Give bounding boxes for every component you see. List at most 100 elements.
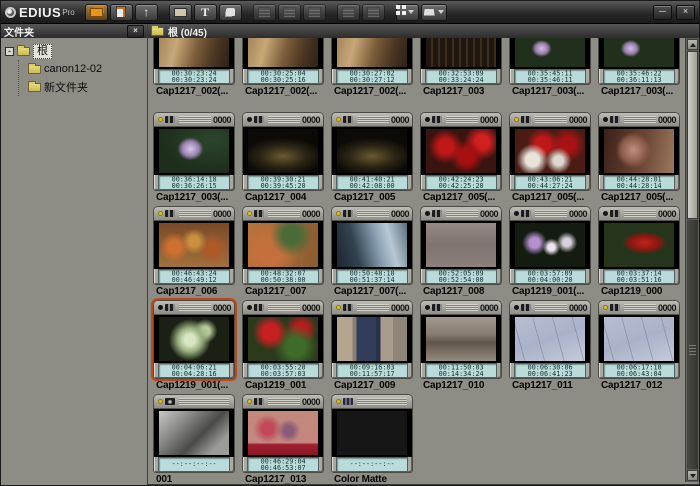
clip-card-frame: 0000 00:41:40:21 00:42:08:00: [331, 112, 413, 191]
grid-icon: [396, 5, 400, 9]
bin-settings-button[interactable]: [421, 4, 447, 21]
clip-card-header: 0000: [332, 113, 412, 127]
clip-name: Cap1219_001(...: [509, 285, 591, 298]
timecode-zone: --:--:--:--: [332, 457, 412, 474]
clip-card[interactable]: 0000 00:30:25:04 00:30:25:16 Cap1217_002…: [242, 38, 324, 98]
capture-to-folder-button[interactable]: [85, 4, 108, 21]
timecode-zone: 00:35:45:11 00:35:46:11: [510, 69, 590, 86]
clip-card[interactable]: 0000 00:43:06:21 00:44:27:24 Cap1217_005…: [509, 112, 591, 204]
status-dot-icon: [514, 117, 519, 122]
clip-card[interactable]: --:--:--:-- Color Matte: [331, 394, 413, 484]
clip-card-frame: 0000 00:46:43:24 00:46:49:12: [153, 206, 235, 285]
sidebar-close-button[interactable]: ×: [127, 25, 144, 38]
scroll-down-button[interactable]: [687, 470, 698, 481]
add-clip-button[interactable]: [110, 4, 133, 21]
timecode-box: 00:03:57:09 00:04:00:20: [514, 269, 586, 284]
folder-icon: [17, 47, 30, 56]
view-mode-button[interactable]: [396, 4, 419, 21]
sidebar-item-label: 新文件夹: [44, 79, 88, 95]
header-stripes: [624, 210, 656, 217]
header-stripes: [179, 304, 211, 311]
minimize-button[interactable]: ─: [653, 5, 672, 20]
clip-card[interactable]: 0000 00:41:40:21 00:42:08:00 Cap1217_005: [331, 112, 413, 204]
clip-thumbnail: [604, 223, 674, 267]
thumbnail-frame: [243, 315, 323, 363]
clip-card[interactable]: 0000 00:42:24:23 00:42:25:20 Cap1217_005…: [420, 112, 502, 204]
clip-card[interactable]: 0000 00:39:30:21 00:39:45:20 Cap1217_004: [242, 112, 324, 204]
address-button[interactable]: [219, 4, 242, 21]
clip-thumbnail: [515, 38, 585, 67]
video-clip-icon: [165, 304, 175, 311]
clip-thumbnail: [426, 223, 496, 267]
timecode-zone: 00:46:43:24 00:46:49:12: [154, 269, 234, 286]
collapse-icon[interactable]: [5, 47, 14, 56]
sidebar-item-新文件夹[interactable]: 新文件夹: [28, 78, 147, 96]
scrollbar-thumb[interactable]: [687, 51, 698, 219]
clip-card[interactable]: 0000 00:09:16:03 00:11:57:17 Cap1217_009: [331, 300, 413, 392]
clip-name: Cap1217_004: [242, 191, 324, 204]
status-dot-icon: [247, 117, 252, 122]
timecode-zone: 00:09:16:03 00:11:57:17: [332, 363, 412, 380]
video-clip-icon: [610, 210, 620, 217]
clip-name: Cap1217_011: [509, 379, 591, 392]
clip-card-frame: 0000 00:06:17:10 00:06:43:04: [598, 300, 680, 379]
timecode-box: 00:46:29:04 00:46:53:07: [247, 457, 319, 472]
clip-card-header: 0000: [421, 301, 501, 315]
sidebar-item-canon12-02[interactable]: canon12-02: [28, 60, 147, 78]
clip-card[interactable]: 0000 00:35:46:22 00:36:11:13 Cap1217_003…: [598, 38, 680, 98]
header-stripes: [179, 398, 229, 405]
header-stripes: [446, 116, 478, 123]
clip-card[interactable]: 0000 00:35:45:11 00:35:46:11 Cap1217_003…: [509, 38, 591, 98]
clip-card[interactable]: 0000 00:46:43:24 00:46:49:12 Cap1217_006: [153, 206, 235, 298]
folder-icon: [28, 65, 41, 74]
clip-card[interactable]: 0000 00:48:32:07 00:50:38:00 Cap1217_007: [242, 206, 324, 298]
clip-card[interactable]: 0000 00:06:17:10 00:06:43:04 Cap1217_012: [598, 300, 680, 392]
clip-card[interactable]: 0000 00:46:29:04 00:46:53:07 Cap1217_013: [242, 394, 324, 484]
clip-card[interactable]: 0000 00:04:06:21 00:04:28:16 Cap1219_001…: [153, 300, 235, 392]
clip-card-header: 0000: [332, 301, 412, 315]
clip-name: Cap1217_007(...: [331, 285, 413, 298]
clip-name: Cap1217_005: [331, 191, 413, 204]
status-dot-icon: [603, 305, 608, 310]
timecode-out: 00:33:24:24: [438, 77, 483, 83]
clip-card-frame: 0000 00:11:50:03 00:14:34:24: [420, 300, 502, 379]
clip-card[interactable]: 0000 00:30:23:24 00:30:23:24 Cap1217_002…: [153, 38, 235, 98]
clip-card-frame: 0000 00:04:06:21 00:04:28:16: [153, 300, 235, 379]
clip-thumbnail: [159, 223, 229, 267]
clip-card-frame: 0000 00:09:16:03 00:11:57:17: [331, 300, 413, 379]
timecode-out: 00:03:57:03: [260, 371, 305, 377]
clip-thumbnail: [604, 38, 674, 67]
sidebar-item-root[interactable]: 根: [5, 43, 147, 60]
clip-thumbnail: [337, 38, 407, 67]
clip-card[interactable]: 0000 00:03:37:14 00:03:51:16 Cap1219_000: [598, 206, 680, 298]
open-clip-button[interactable]: [169, 4, 192, 21]
clip-card[interactable]: 0000 00:32:53:09 00:33:24:24 Cap1217_003: [420, 38, 502, 98]
scroll-up-button[interactable]: [687, 39, 698, 50]
clip-card-frame: --:--:--:--: [153, 394, 235, 473]
video-clip-icon: [254, 304, 264, 311]
clip-card-frame: 0000 00:35:46:22 00:36:11:13: [598, 38, 680, 85]
timecode-out: 00:52:54:00: [438, 277, 483, 283]
timecode-zone: 00:50:48:10 00:51:37:14: [332, 269, 412, 286]
current-folder-icon: [151, 27, 164, 36]
clip-card[interactable]: 0000 00:11:50:03 00:14:34:24 Cap1217_010: [420, 300, 502, 392]
clip-card[interactable]: --:--:--:-- 001: [153, 394, 235, 484]
clip-card[interactable]: 0000 00:03:55:20 00:03:57:03 Cap1219_001: [242, 300, 324, 392]
clip-card-frame: 0000 00:43:06:21 00:44:27:24: [509, 112, 591, 191]
clip-card[interactable]: 0000 00:06:30:06 00:06:41:23 Cap1217_011: [509, 300, 591, 392]
toolbar-separator: [160, 4, 169, 21]
scrollbar-track[interactable]: [687, 220, 698, 469]
clip-card[interactable]: 0000 00:50:48:10 00:51:37:14 Cap1217_007…: [331, 206, 413, 298]
close-button[interactable]: ×: [676, 5, 695, 20]
clip-card[interactable]: 0000 00:30:27:02 00:30:27:12 Cap1217_002…: [331, 38, 413, 98]
clip-card[interactable]: 0000 00:44:28:01 00:44:28:14 Cap1217_005…: [598, 112, 680, 204]
clip-card[interactable]: 0000 00:36:14:18 00:36:26:15 Cap1217_003…: [153, 112, 235, 204]
clip-thumbnail: [604, 317, 674, 361]
move-up-folder-button[interactable]: [135, 4, 158, 21]
create-title-button[interactable]: [194, 4, 217, 21]
bin-content: 根 (0/45) 0000 00:30:23:24 00:30:23:24: [148, 24, 699, 486]
clip-card[interactable]: 0000 00:52:05:09 00:52:54:00 Cap1217_008: [420, 206, 502, 298]
clip-card[interactable]: 0000 00:03:57:09 00:04:00:20 Cap1219_001…: [509, 206, 591, 298]
status-dot-icon: [603, 117, 608, 122]
clip-card-header: 0000: [154, 301, 234, 315]
